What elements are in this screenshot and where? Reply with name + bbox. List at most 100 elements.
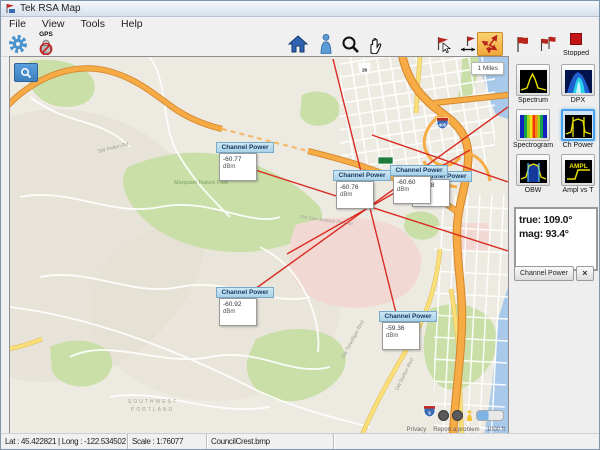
status-empty: [334, 434, 599, 449]
meas-button-chpower[interactable]: [561, 109, 595, 141]
svg-text:AMPL: AMPL: [569, 163, 587, 170]
svg-text:405: 405: [439, 123, 447, 128]
stop-button[interactable]: Stopped: [559, 32, 593, 58]
magnifier-icon: [341, 35, 360, 54]
callout-value: -60.60: [397, 179, 427, 187]
meas-label-spectrogram: Spectrogram: [511, 142, 555, 149]
spectrum-icon: [520, 70, 547, 93]
gps-label: GPS: [33, 31, 59, 38]
meas-button-dpx[interactable]: [561, 64, 595, 96]
meas-label-dpx: DPX: [556, 97, 600, 104]
spectrogram-icon: [520, 115, 547, 138]
callout-value: -60.77: [223, 156, 253, 164]
channel-power-callout-6[interactable]: -59.36dBmChannel Power: [379, 311, 437, 322]
pan-tool-button[interactable]: [363, 32, 389, 56]
person-icon: [320, 34, 332, 54]
pegman-icon[interactable]: [466, 410, 473, 421]
callout-body: -59.36dBm: [382, 322, 420, 350]
meas-label-chpower: Ch Power: [556, 142, 600, 149]
drop-flag-button[interactable]: [509, 32, 535, 56]
chpower-icon: [565, 115, 592, 138]
auto-bearing-button[interactable]: [477, 32, 503, 56]
status-bar: Lat : 45.422821 | Long : -122.534502 Sca…: [1, 433, 599, 449]
callout-title: Channel Power: [333, 170, 391, 181]
true-heading: true: 109.0°: [519, 213, 593, 227]
gear-icon: [8, 34, 28, 54]
gps-disabled-lock-icon: [38, 38, 54, 55]
callout-value: -60.92: [223, 301, 253, 309]
heading-display: true: 109.0° mag: 93.4°: [514, 207, 598, 271]
flag-cursor-icon: [435, 35, 453, 54]
svg-text:5: 5: [428, 411, 431, 416]
map-settings-icon[interactable]: [452, 410, 463, 421]
map-label: PORTLAND: [131, 407, 174, 413]
callout-unit: dBm: [386, 333, 416, 340]
measurement-sidebar: SpectrumDPX SpectrogramCh Power OBW AMPL Amp…: [509, 56, 599, 434]
status-filename: CouncilCrest.bmp: [207, 434, 334, 449]
status-position: Lat : 45.422821 | Long : -122.534502: [1, 434, 128, 449]
close-tab-button[interactable]: ×: [576, 266, 594, 281]
exit-sign: [378, 157, 393, 164]
highway-shield-5: 5: [424, 406, 435, 417]
flag-select-button[interactable]: [431, 32, 457, 56]
measurement-tab-row: Channel Power ×: [514, 266, 594, 281]
channel-power-callout-3[interactable]: -60.60dBmChannel Power: [390, 165, 448, 176]
map-scale-button[interactable]: 1 Miles: [471, 62, 504, 75]
svg-text:26: 26: [362, 68, 368, 73]
callout-body: -60.92dBm: [219, 298, 257, 326]
zoom-tool-button[interactable]: [337, 32, 363, 56]
channel-power-callout-1[interactable]: -60.77dBmChannel Power: [216, 142, 274, 153]
channel-power-callout-2[interactable]: -60.76dBmChannel Power: [333, 170, 391, 181]
highway-shield-26: 26: [359, 63, 370, 74]
meas-button-spectrogram[interactable]: [516, 109, 550, 141]
callout-title: Channel Power: [379, 311, 437, 322]
red-flag-icon: [514, 35, 531, 54]
map-label: SOUTHWEST: [128, 399, 178, 405]
status-scale: Scale : 1:76077: [128, 434, 207, 449]
meas-label-spectrum: Spectrum: [511, 97, 555, 104]
meas-label-ampl: Ampl vs T: [556, 187, 600, 194]
menu-item-view[interactable]: View: [34, 17, 73, 31]
mag-heading: mag: 93.4°: [519, 227, 593, 241]
callout-value: -60.76: [340, 184, 370, 192]
home-button[interactable]: [285, 32, 311, 56]
map-tiles: 405526 SOUTHWESTPORTLANDMarquam Nature P…: [10, 57, 508, 435]
meas-button-obw[interactable]: [516, 154, 550, 186]
channel-power-tab[interactable]: Channel Power: [514, 266, 574, 281]
callout-unit: dBm: [223, 164, 253, 171]
search-icon: [20, 67, 32, 79]
title-bar[interactable]: Tek RSA Map: [1, 1, 599, 17]
callout-title: Channel Power: [390, 165, 448, 176]
toolbar: GPS: [1, 31, 599, 57]
menu-item-help[interactable]: Help: [113, 17, 151, 31]
meas-label-obw: OBW: [511, 187, 555, 194]
app-window: Tek RSA Map FileViewToolsHelp GPS: [0, 0, 600, 450]
drop-multi-flag-button[interactable]: [534, 32, 560, 56]
map-zoom-slider[interactable]: [476, 410, 504, 421]
gps-button[interactable]: GPS: [33, 31, 59, 56]
meas-button-ampl[interactable]: AMPL: [561, 154, 595, 186]
meas-button-spectrum[interactable]: [516, 64, 550, 96]
callout-unit: dBm: [340, 192, 370, 199]
menu-bar: FileViewToolsHelp: [1, 17, 599, 31]
map-rotate-icon[interactable]: [438, 410, 449, 421]
map-canvas[interactable]: 405526 SOUTHWESTPORTLANDMarquam Nature P…: [9, 56, 509, 436]
callout-body: -60.77dBm: [219, 153, 257, 181]
menu-item-tools[interactable]: Tools: [73, 17, 114, 31]
callout-title: Channel Power: [216, 142, 274, 153]
channel-power-callout-5[interactable]: -60.92dBmChannel Power: [216, 287, 274, 298]
flag-arrows-icon: [459, 35, 477, 54]
callout-body: -60.76dBm: [336, 181, 374, 209]
hospital-area: [290, 218, 422, 308]
home-icon: [288, 35, 308, 53]
callout-body: -60.60dBm: [393, 176, 431, 204]
callout-value: -59.36: [386, 325, 416, 333]
menu-item-file[interactable]: File: [1, 17, 34, 31]
callout-unit: dBm: [223, 309, 253, 316]
map-search-button[interactable]: [14, 63, 38, 82]
settings-button[interactable]: [5, 32, 31, 56]
obw-icon: [520, 160, 547, 183]
position-person-button[interactable]: [313, 32, 339, 56]
double-red-flag-icon: [538, 35, 557, 54]
map-bottom-controls: [438, 410, 504, 421]
